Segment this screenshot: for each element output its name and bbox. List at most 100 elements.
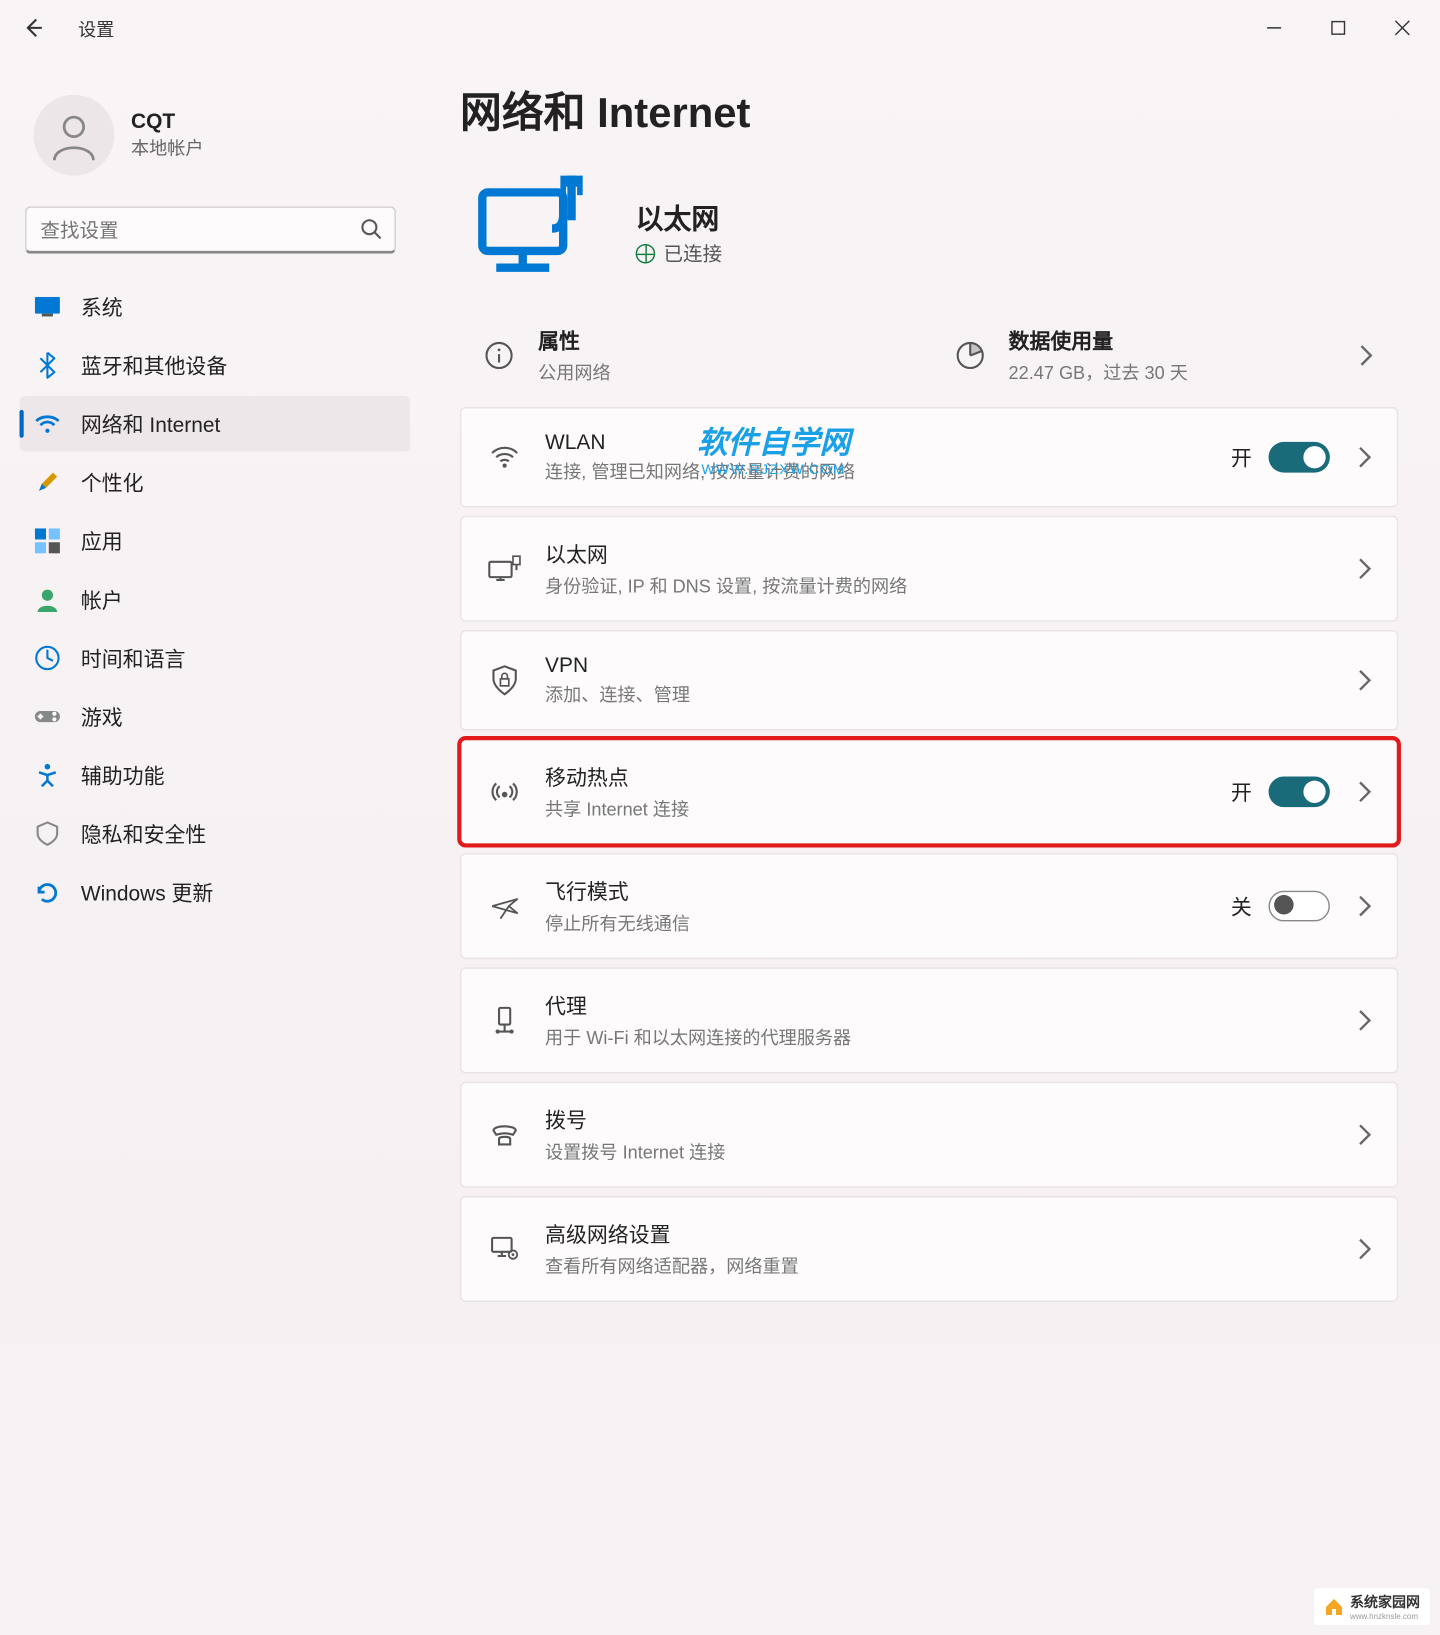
proxy-icon bbox=[487, 1002, 523, 1038]
chevron-right-icon bbox=[1352, 668, 1377, 693]
toggle-label: 关 bbox=[1231, 891, 1252, 920]
chevron-right-icon bbox=[1352, 779, 1377, 804]
nav-accounts[interactable]: 帐户 bbox=[20, 572, 410, 628]
monitor-gear-icon bbox=[487, 1231, 523, 1267]
setting-vpn[interactable]: VPN 添加、连接、管理 bbox=[460, 630, 1398, 730]
nav-label: 系统 bbox=[81, 292, 123, 321]
nav-label: 游戏 bbox=[81, 702, 123, 731]
item-title: VPN bbox=[545, 654, 1330, 678]
nav-label: 个性化 bbox=[81, 468, 144, 497]
setting-proxy[interactable]: 代理 用于 Wi-Fi 和以太网连接的代理服务器 bbox=[460, 967, 1398, 1073]
setting-ethernet[interactable]: 以太网 身份验证, IP 和 DNS 设置, 按流量计费的网络 bbox=[460, 516, 1398, 622]
item-subtitle: 用于 Wi-Fi 和以太网连接的代理服务器 bbox=[545, 1023, 1330, 1049]
user-block[interactable]: CQT 本地帐户 bbox=[20, 70, 410, 207]
airplane-toggle[interactable] bbox=[1269, 891, 1330, 922]
setting-dialup[interactable]: 拨号 设置拨号 Internet 连接 bbox=[460, 1082, 1398, 1188]
item-subtitle: 停止所有无线通信 bbox=[545, 909, 1209, 935]
brush-icon bbox=[33, 468, 61, 496]
nav-bluetooth[interactable]: 蓝牙和其他设备 bbox=[20, 337, 410, 393]
toggle-label: 开 bbox=[1231, 443, 1252, 472]
nav-time-language[interactable]: 时间和语言 bbox=[20, 630, 410, 686]
chevron-right-icon bbox=[1352, 1008, 1377, 1033]
wifi-icon bbox=[487, 439, 523, 475]
item-title: 移动热点 bbox=[545, 763, 1209, 792]
minimize-icon bbox=[1266, 20, 1283, 37]
avatar bbox=[33, 95, 114, 176]
account-icon bbox=[33, 585, 61, 613]
item-title: 以太网 bbox=[545, 539, 1330, 568]
chevron-right-icon bbox=[1352, 894, 1377, 919]
chevron-right-icon bbox=[1354, 343, 1379, 368]
nav-system[interactable]: 系统 bbox=[20, 279, 410, 335]
nav-network[interactable]: 网络和 Internet bbox=[20, 396, 410, 452]
chevron-right-icon bbox=[1352, 1236, 1377, 1261]
tile-title: 属性 bbox=[538, 326, 908, 355]
lock-shield-icon bbox=[487, 662, 523, 698]
info-icon bbox=[480, 336, 519, 375]
window-title: 设置 bbox=[78, 15, 114, 41]
item-title: 拨号 bbox=[545, 1105, 1330, 1134]
nav-apps[interactable]: 应用 bbox=[20, 513, 410, 569]
search-icon bbox=[360, 217, 382, 246]
nav-label: Windows 更新 bbox=[81, 878, 213, 907]
close-button[interactable] bbox=[1370, 0, 1434, 56]
user-name: CQT bbox=[131, 110, 204, 134]
pie-icon bbox=[950, 336, 989, 375]
gamepad-icon bbox=[33, 703, 61, 731]
ethernet-icon bbox=[487, 551, 523, 587]
minimize-button[interactable] bbox=[1242, 0, 1306, 56]
item-subtitle: 查看所有网络适配器，网络重置 bbox=[545, 1252, 1330, 1278]
setting-hotspot[interactable]: 移动热点 共享 Internet 连接 开 bbox=[460, 739, 1398, 845]
status-state: 已连接 bbox=[664, 239, 723, 267]
nav-windows-update[interactable]: Windows 更新 bbox=[20, 864, 410, 920]
nav-label: 网络和 Internet bbox=[81, 409, 220, 438]
back-arrow-icon bbox=[22, 17, 44, 39]
setting-wlan[interactable]: WLAN 连接, 管理已知网络, 按流量计费的网络 开 bbox=[460, 407, 1398, 507]
nav-label: 时间和语言 bbox=[81, 643, 186, 672]
globe-icon bbox=[636, 243, 656, 263]
item-title: 代理 bbox=[545, 991, 1330, 1020]
chevron-right-icon bbox=[1352, 556, 1377, 581]
nav-label: 辅助功能 bbox=[81, 760, 165, 789]
chevron-right-icon bbox=[1352, 445, 1377, 470]
nav-gaming[interactable]: 游戏 bbox=[20, 689, 410, 745]
globe-clock-icon bbox=[33, 644, 61, 672]
nav-accessibility[interactable]: 辅助功能 bbox=[20, 747, 410, 803]
status-name: 以太网 bbox=[636, 196, 722, 236]
setting-advanced[interactable]: 高级网络设置 查看所有网络适配器，网络重置 bbox=[460, 1196, 1398, 1302]
bluetooth-icon bbox=[33, 351, 61, 379]
apps-icon bbox=[33, 527, 61, 555]
tile-subtitle: 公用网络 bbox=[538, 358, 908, 384]
search-input[interactable] bbox=[25, 206, 396, 253]
item-subtitle: 添加、连接、管理 bbox=[545, 680, 1330, 706]
nav-privacy[interactable]: 隐私和安全性 bbox=[20, 806, 410, 862]
tile-title: 数据使用量 bbox=[1009, 326, 1334, 355]
item-title: 飞行模式 bbox=[545, 877, 1209, 906]
nav-label: 帐户 bbox=[81, 585, 123, 614]
nav-label: 隐私和安全性 bbox=[81, 819, 206, 848]
item-subtitle: 共享 Internet 连接 bbox=[545, 795, 1209, 821]
house-icon bbox=[1324, 1597, 1344, 1617]
maximize-button[interactable] bbox=[1306, 0, 1370, 56]
ethernet-large-icon bbox=[468, 164, 602, 298]
toggle-label: 开 bbox=[1231, 777, 1252, 806]
airplane-icon bbox=[487, 888, 523, 924]
setting-airplane[interactable]: 飞行模式 停止所有无线通信 关 bbox=[460, 853, 1398, 959]
nav-label: 蓝牙和其他设备 bbox=[81, 351, 227, 380]
page-title: 网络和 Internet bbox=[460, 78, 1398, 139]
close-icon bbox=[1394, 20, 1411, 37]
network-status: 以太网 已连接 bbox=[468, 164, 1389, 298]
hotspot-icon bbox=[487, 774, 523, 810]
avatar-icon bbox=[46, 107, 102, 163]
nav-personalization[interactable]: 个性化 bbox=[20, 454, 410, 510]
tile-properties[interactable]: 属性 公用网络 bbox=[466, 312, 923, 398]
user-subtitle: 本地帐户 bbox=[131, 134, 204, 160]
item-title: 高级网络设置 bbox=[545, 1220, 1330, 1249]
maximize-icon bbox=[1330, 20, 1347, 37]
nav-label: 应用 bbox=[81, 526, 123, 555]
wlan-toggle[interactable] bbox=[1269, 442, 1330, 473]
hotspot-toggle[interactable] bbox=[1269, 776, 1330, 807]
back-button[interactable] bbox=[6, 0, 62, 56]
phone-icon bbox=[487, 1117, 523, 1153]
tile-data-usage[interactable]: 数据使用量 22.47 GB，过去 30 天 bbox=[936, 312, 1393, 398]
